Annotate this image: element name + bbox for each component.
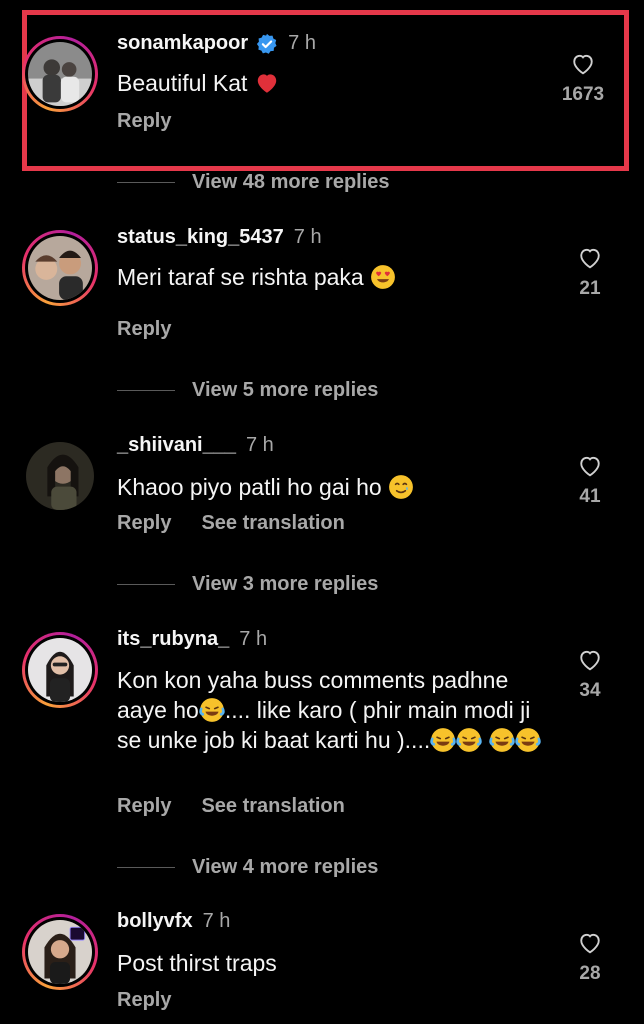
comment-text-body: Post thirst traps bbox=[117, 950, 277, 976]
like-button[interactable]: 21 bbox=[560, 244, 620, 300]
username[interactable]: bollyvfx 7 h bbox=[117, 910, 230, 933]
view-more-replies-button[interactable]: View 5 more replies bbox=[117, 379, 378, 402]
view-more-replies-label[interactable]: View 3 more replies bbox=[192, 573, 378, 596]
divider-line bbox=[117, 867, 175, 868]
view-more-replies-button[interactable]: View 3 more replies bbox=[117, 573, 378, 596]
like-button[interactable]: 41 bbox=[560, 452, 620, 508]
tears-of-joy-emoji-icon bbox=[430, 727, 456, 753]
heart-outline-icon[interactable] bbox=[568, 50, 598, 78]
divider-line bbox=[117, 390, 175, 391]
username-text[interactable]: bollyvfx bbox=[117, 910, 193, 933]
divider-line bbox=[117, 584, 175, 585]
username[interactable]: its_rubyna_ 7 h bbox=[117, 628, 267, 651]
like-count: 28 bbox=[579, 963, 601, 984]
avatar[interactable] bbox=[22, 36, 98, 112]
like-count: 21 bbox=[579, 278, 601, 299]
view-more-replies-button[interactable]: View 48 more replies bbox=[117, 171, 390, 194]
username-text[interactable]: its_rubyna_ bbox=[117, 628, 229, 651]
avatar[interactable] bbox=[22, 438, 98, 514]
comment-actions: Reply bbox=[117, 110, 171, 133]
avatar[interactable] bbox=[22, 632, 98, 708]
reply-button[interactable]: Reply bbox=[117, 989, 171, 1012]
timestamp: 7 h bbox=[245, 434, 274, 456]
username-text[interactable]: sonamkapoor bbox=[117, 32, 248, 55]
like-button[interactable]: 28 bbox=[560, 929, 620, 985]
like-count: 34 bbox=[579, 680, 601, 701]
comment-actions: Reply See translation bbox=[117, 512, 345, 535]
timestamp: 7 h bbox=[202, 910, 231, 932]
heart-outline-icon[interactable] bbox=[575, 929, 605, 957]
heart-outline-icon[interactable] bbox=[575, 244, 605, 272]
comment-actions: Reply bbox=[117, 318, 171, 341]
comment-actions: Reply bbox=[117, 989, 171, 1012]
comment-text: Kon kon yaha buss comments padhne aaye h… bbox=[117, 665, 557, 755]
avatar[interactable] bbox=[22, 914, 98, 990]
reply-button[interactable]: Reply bbox=[117, 795, 171, 818]
heart-outline-icon[interactable] bbox=[575, 452, 605, 480]
view-more-replies-label[interactable]: View 4 more replies bbox=[192, 856, 378, 879]
like-button[interactable]: 34 bbox=[560, 646, 620, 702]
comment-actions: Reply See translation bbox=[117, 795, 345, 818]
timestamp: 7 h bbox=[239, 628, 268, 650]
avatar[interactable] bbox=[22, 230, 98, 306]
username[interactable]: _shiivani___ 7 h bbox=[117, 434, 274, 457]
heart-eyes-emoji-icon bbox=[370, 264, 396, 290]
reply-button[interactable]: Reply bbox=[117, 512, 171, 535]
tears-of-joy-emoji-icon bbox=[199, 697, 225, 723]
comment-text: Meri taraf se rishta paka bbox=[117, 262, 557, 292]
comment-text: Beautiful Kat bbox=[117, 68, 557, 98]
timestamp: 7 h bbox=[293, 226, 322, 248]
comment-text: Khaoo piyo patli ho gai ho bbox=[117, 472, 557, 502]
reply-button[interactable]: Reply bbox=[117, 318, 171, 341]
comment-text-body: Beautiful Kat bbox=[117, 70, 248, 96]
see-translation-button[interactable]: See translation bbox=[201, 512, 344, 535]
reply-button[interactable]: Reply bbox=[117, 110, 171, 133]
view-more-replies-button[interactable]: View 4 more replies bbox=[117, 856, 378, 879]
view-more-replies-label[interactable]: View 5 more replies bbox=[192, 379, 378, 402]
tears-of-joy-emoji-icon bbox=[488, 727, 515, 753]
heart-outline-icon[interactable] bbox=[575, 646, 605, 674]
red-heart-emoji-icon bbox=[254, 70, 280, 96]
like-count: 41 bbox=[579, 486, 601, 507]
comment-text: Post thirst traps bbox=[117, 948, 557, 978]
like-count: 1673 bbox=[561, 84, 605, 105]
comment-text-body: Meri taraf se rishta paka bbox=[117, 264, 364, 290]
username[interactable]: sonamkapoor 7 h bbox=[117, 32, 316, 55]
see-translation-button[interactable]: See translation bbox=[201, 795, 344, 818]
like-button[interactable]: 1673 bbox=[553, 50, 613, 106]
view-more-replies-label[interactable]: View 48 more replies bbox=[192, 171, 390, 194]
username-text[interactable]: _shiivani___ bbox=[117, 434, 236, 457]
comments-page: sonamkapoor 7 h Beautiful Kat Reply 1673… bbox=[0, 0, 644, 1024]
smiling-face-with-tear-emoji-icon bbox=[388, 474, 414, 500]
username[interactable]: status_king_5437 7 h bbox=[117, 226, 322, 249]
timestamp: 7 h bbox=[288, 32, 316, 54]
divider-line bbox=[117, 182, 175, 183]
username-text[interactable]: status_king_5437 bbox=[117, 226, 284, 249]
comment-text-body: Khaoo piyo patli ho gai ho bbox=[117, 474, 382, 500]
tears-of-joy-emoji-icon bbox=[456, 727, 482, 753]
verified-badge-icon bbox=[256, 33, 278, 55]
tears-of-joy-emoji-icon bbox=[514, 727, 541, 753]
